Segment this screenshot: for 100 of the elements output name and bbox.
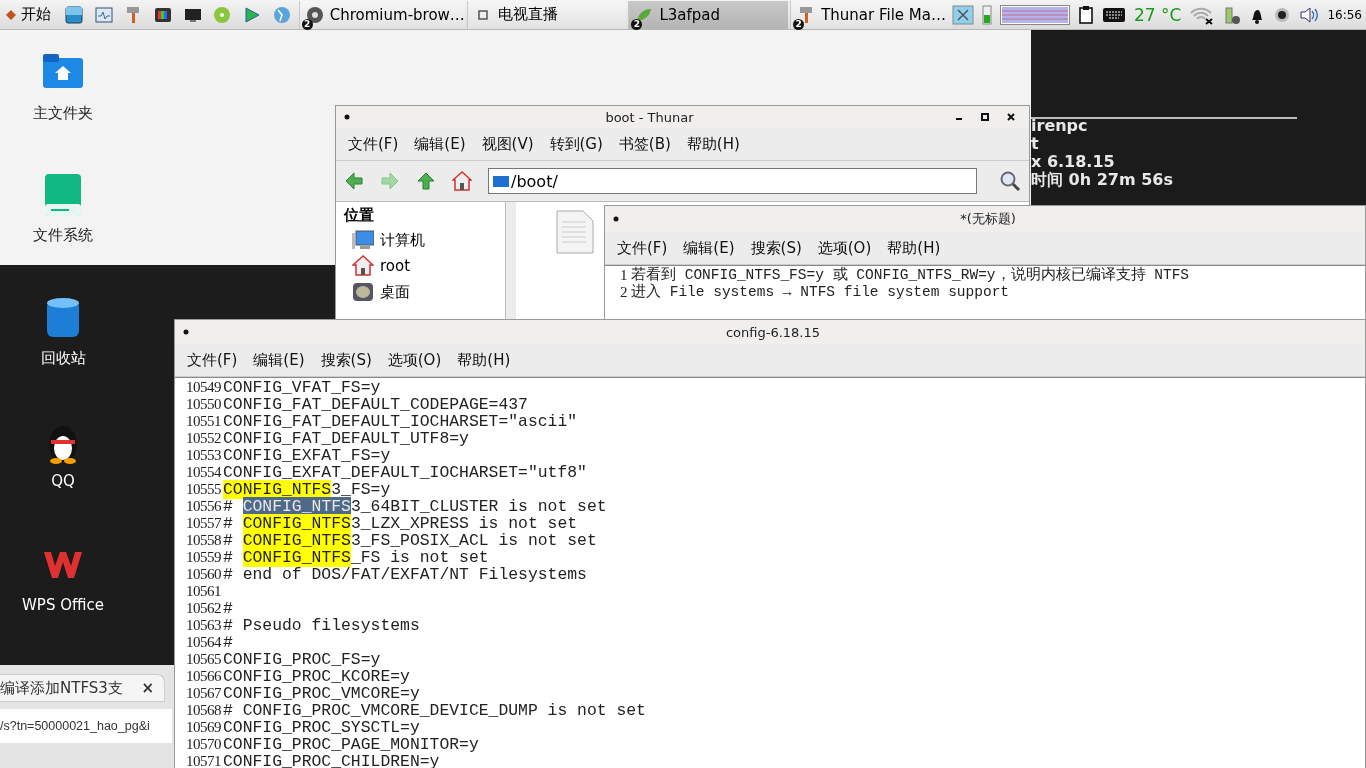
close-tab-button[interactable]: × — [141, 679, 154, 697]
window-menu-icon[interactable] — [344, 114, 350, 120]
desktop-icon[interactable]: 文件系统 — [8, 172, 118, 245]
line-number: 10565 — [185, 651, 222, 668]
sidebar-item[interactable]: 桌面 — [344, 279, 497, 305]
window-title: *(无标题) — [959, 210, 1017, 228]
menu-item[interactable]: 编辑(E) — [245, 350, 313, 370]
desktop-icon — [352, 281, 374, 303]
menu-item[interactable]: 转到(G) — [541, 134, 611, 154]
house-icon — [452, 171, 472, 191]
code-line: CONFIG_EXFAT_DEFAULT_IOCHARSET="utf8" — [223, 464, 587, 481]
line-number: 10556 — [185, 498, 222, 515]
line-number: 10569 — [185, 719, 222, 736]
line-number: 10557 — [185, 515, 222, 532]
sidebar-item[interactable]: 计算机 — [344, 227, 497, 253]
line-number: 10571 — [185, 753, 222, 768]
line-number: 10558 — [185, 532, 222, 549]
code-line: CONFIG_EXFAT_FS=y — [223, 447, 391, 464]
tray-button[interactable] — [1223, 4, 1242, 25]
menu-item[interactable]: 文件(F) — [340, 134, 407, 154]
line-number: 10550 — [185, 396, 222, 413]
code-line: CONFIG_PROC_KCORE=y — [223, 668, 410, 685]
desktop-icon[interactable]: QQ — [8, 418, 118, 490]
code-line: # end of DOS/FAT/EXFAT/NT Filesystems — [223, 566, 587, 583]
code-line: # — [223, 634, 233, 651]
desktop-icon[interactable]: WPS Office — [8, 542, 118, 614]
count-badge: 2 — [631, 18, 643, 30]
sidebar-item[interactable]: root — [344, 253, 497, 279]
start-button[interactable]: 开始 — [0, 0, 59, 29]
sidebar-heading: 位置 — [344, 206, 375, 225]
code-line: CONFIG_FAT_DEFAULT_UTF8=y — [223, 430, 469, 447]
window-title: boot - Thunar — [604, 109, 695, 125]
folder-icon — [493, 175, 509, 187]
search-button[interactable] — [999, 170, 1021, 192]
menu-item[interactable]: 文件(F) — [179, 350, 246, 370]
clipboard-icon — [1078, 4, 1094, 25]
browser-tab[interactable]: 编译添加NTFS3支 × — [0, 674, 165, 702]
computer-icon — [352, 229, 374, 251]
line-number: 10559 — [185, 549, 222, 566]
task-button[interactable]: 2 Chromium-brow… — [298, 0, 465, 29]
code-line: 若看到 CONFIG_NTFS_FS=y 或 CONFIG_NTFS_RW=y，说明内核已编译支持 NTFS — [631, 267, 1190, 283]
code-line: CONFIG_PROC_FS=y — [223, 651, 381, 668]
code-line: CONFIG_PROC_SYSCTL=y — [223, 719, 420, 736]
code-line: CONFIG_FAT_DEFAULT_IOCHARSET="ascii" — [223, 413, 578, 430]
battery-gauge-icon — [982, 4, 992, 25]
line-number: 10566 — [185, 668, 222, 685]
menu-item[interactable]: 帮助(H) — [449, 350, 519, 370]
cpu-graph-icon — [1000, 4, 1070, 25]
menu-item[interactable]: 帮助(H) — [879, 238, 949, 258]
menu-item[interactable]: 选项(O) — [809, 238, 880, 258]
task-button[interactable]: 2 L3afpad — [628, 0, 789, 29]
code-line: CONFIG_PROC_PAGE_MONITOR=y — [223, 736, 479, 753]
line-number: 10561 — [185, 583, 222, 600]
up-arrow-icon — [416, 171, 436, 191]
monitor-chart-icon — [94, 5, 113, 24]
menu-item[interactable]: 视图(V) — [473, 134, 542, 154]
maximize-icon — [980, 112, 990, 122]
tray-button[interactable] — [1078, 4, 1094, 25]
window-menu-icon[interactable] — [613, 216, 619, 222]
line-number: 10551 — [185, 413, 222, 430]
line-number: 10552 — [185, 430, 222, 447]
code-line: # CONFIG_PROC_VMCORE_DEVICE_DUMP is not set — [223, 702, 646, 719]
tv-test-icon — [154, 5, 172, 24]
code-line: # Pseudo filesystems — [223, 617, 420, 634]
address-field[interactable]: /s?tn=50000021_hao_pg&i — [0, 709, 172, 743]
disc-icon — [213, 5, 232, 24]
task-button[interactable]: 电视直播 — [466, 0, 627, 29]
task-button[interactable]: 2 Thunar File Ma… — [790, 0, 952, 29]
toolbar-button[interactable] — [344, 171, 364, 191]
clock[interactable]: 16:56 — [1327, 7, 1362, 22]
code-line: CONFIG_PROC_VMCORE=y — [223, 685, 420, 702]
toolbar-button[interactable] — [452, 171, 472, 191]
line-number: 10549 — [185, 379, 222, 396]
count-badge: 2 — [301, 18, 313, 30]
menu-item[interactable]: 帮助(H) — [678, 134, 748, 154]
menu-item[interactable]: 编辑(E) — [406, 134, 474, 154]
line-number: 10555 — [185, 481, 222, 498]
menu-item[interactable]: 选项(O) — [379, 350, 450, 370]
volume-icon — [1299, 4, 1320, 25]
window-menu-icon[interactable] — [183, 329, 189, 335]
menu-item[interactable]: 搜索(S) — [312, 350, 380, 370]
location-field[interactable]: /boot/ — [488, 168, 977, 194]
desktop-icon[interactable]: 回收站 — [8, 295, 118, 368]
system-info-text: t — [1031, 135, 1040, 153]
menu-item[interactable]: 编辑(E) — [675, 238, 743, 258]
code-line: 进入 File systems → NTFS file system support — [631, 284, 1010, 301]
close-icon — [1006, 112, 1016, 122]
toolbar-button[interactable] — [416, 171, 436, 191]
diamond-icon — [6, 9, 16, 20]
line-number: 10570 — [185, 736, 222, 753]
menu-item[interactable]: 搜索(S) — [742, 238, 810, 258]
code-line: CONFIG_FAT_DEFAULT_CODEPAGE=437 — [223, 396, 528, 413]
line-number: 10567 — [185, 685, 222, 702]
system-info-text: irenpc — [1031, 117, 1089, 135]
desktop-icon[interactable]: 主文件夹 — [8, 50, 118, 123]
line-number: 10554 — [185, 464, 223, 481]
menu-item[interactable]: 书签(B) — [610, 134, 679, 154]
menu-item[interactable]: 文件(F) — [609, 238, 676, 258]
code-line: # CONFIG_NTFS_FS is not set — [223, 549, 489, 566]
line-number: 10562 — [185, 600, 222, 617]
